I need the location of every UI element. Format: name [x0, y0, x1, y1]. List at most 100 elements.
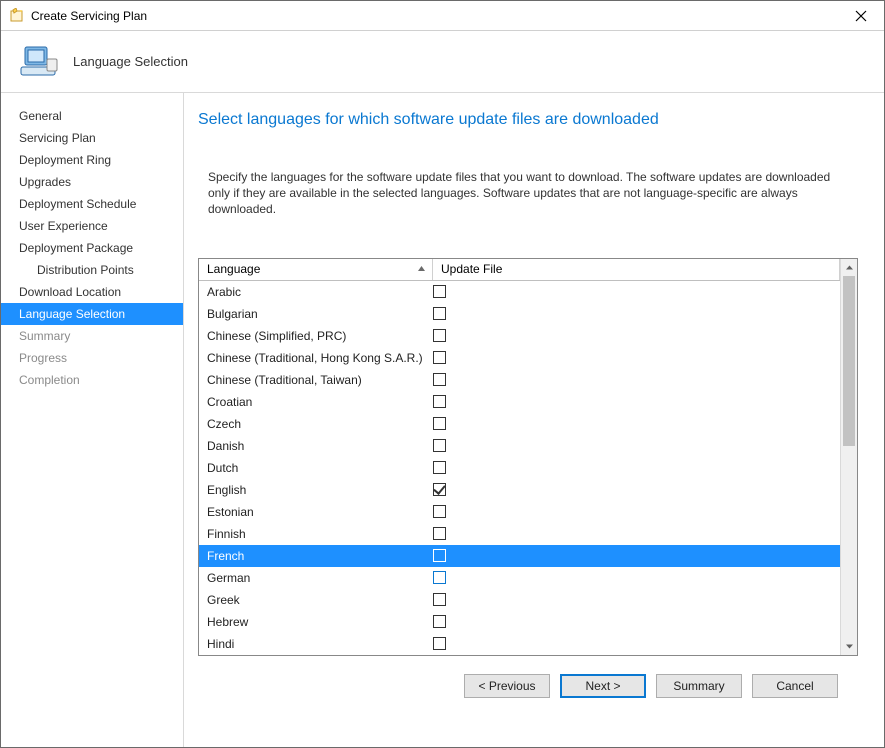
scroll-up-button[interactable]	[841, 259, 857, 276]
table-row[interactable]: Chinese (Traditional, Hong Kong S.A.R.)	[199, 347, 840, 369]
table-row[interactable]: Chinese (Traditional, Taiwan)	[199, 369, 840, 391]
close-button[interactable]	[838, 1, 884, 30]
previous-button[interactable]: < Previous	[464, 674, 550, 698]
update-file-cell	[433, 395, 840, 408]
sidebar-item[interactable]: Servicing Plan	[1, 127, 183, 149]
summary-button[interactable]: Summary	[656, 674, 742, 698]
table-row[interactable]: Bulgarian	[199, 303, 840, 325]
language-cell: Dutch	[199, 461, 433, 475]
sidebar-item[interactable]: Download Location	[1, 281, 183, 303]
update-file-checkbox[interactable]	[433, 351, 446, 364]
language-cell: Chinese (Simplified, PRC)	[199, 329, 433, 343]
sidebar-item[interactable]: Progress	[1, 347, 183, 369]
table-row[interactable]: German	[199, 567, 840, 589]
footer-buttons: < Previous Next > Summary Cancel	[198, 656, 858, 716]
sidebar-item[interactable]: General	[1, 105, 183, 127]
update-file-checkbox[interactable]	[433, 637, 446, 650]
window-title: Create Servicing Plan	[31, 9, 838, 23]
header-band: Language Selection	[1, 31, 884, 93]
sidebar-item[interactable]: Deployment Package	[1, 237, 183, 259]
column-update-file-label: Update File	[441, 262, 502, 276]
table-row[interactable]: Dutch	[199, 457, 840, 479]
scroll-down-button[interactable]	[841, 638, 857, 655]
chevron-up-icon	[845, 263, 854, 272]
table-row[interactable]: French	[199, 545, 840, 567]
sidebar-item-label: Language Selection	[19, 307, 125, 321]
update-file-cell	[433, 417, 840, 430]
sidebar-item-label: Servicing Plan	[19, 131, 96, 145]
sidebar-item-label: Summary	[19, 329, 70, 343]
vertical-scrollbar[interactable]	[840, 259, 857, 655]
sidebar-item[interactable]: Deployment Schedule	[1, 193, 183, 215]
language-table-area: Language Update File Arabic Bulgarian Chin…	[199, 259, 840, 655]
language-cell: Estonian	[199, 505, 433, 519]
update-file-checkbox[interactable]	[433, 373, 446, 386]
close-icon	[855, 10, 867, 22]
table-row[interactable]: Hebrew	[199, 611, 840, 633]
language-cell: Czech	[199, 417, 433, 431]
language-cell: Chinese (Traditional, Taiwan)	[199, 373, 433, 387]
language-cell: Arabic	[199, 285, 433, 299]
computer-icon	[19, 44, 61, 80]
table-row[interactable]: Croatian	[199, 391, 840, 413]
update-file-checkbox[interactable]	[433, 527, 446, 540]
sidebar-item[interactable]: Distribution Points	[1, 259, 183, 281]
update-file-cell	[433, 571, 840, 584]
update-file-checkbox[interactable]	[433, 549, 446, 562]
language-cell: Bulgarian	[199, 307, 433, 321]
table-row[interactable]: Chinese (Simplified, PRC)	[199, 325, 840, 347]
sidebar-item-label: Deployment Schedule	[19, 197, 136, 211]
wizard-sidebar: General Servicing Plan Deployment RingUpgr…	[1, 93, 184, 747]
sidebar-item[interactable]: Language Selection	[1, 303, 183, 325]
table-row[interactable]: Finnish	[199, 523, 840, 545]
language-cell: Danish	[199, 439, 433, 453]
update-file-cell	[433, 549, 840, 562]
update-file-cell	[433, 615, 840, 628]
update-file-checkbox[interactable]	[433, 439, 446, 452]
update-file-checkbox[interactable]	[433, 615, 446, 628]
table-row[interactable]: Estonian	[199, 501, 840, 523]
sidebar-item[interactable]: Upgrades	[1, 171, 183, 193]
update-file-checkbox[interactable]	[433, 483, 446, 496]
sidebar-item[interactable]: Completion	[1, 369, 183, 391]
table-body: Arabic Bulgarian Chinese (Simplified, PRC)…	[199, 281, 840, 655]
table-row[interactable]: Czech	[199, 413, 840, 435]
language-cell: Chinese (Traditional, Hong Kong S.A.R.)	[199, 351, 433, 365]
sidebar-item[interactable]: User Experience	[1, 215, 183, 237]
update-file-checkbox[interactable]	[433, 571, 446, 584]
update-file-cell	[433, 505, 840, 518]
dialog-body: General Servicing Plan Deployment RingUpgr…	[1, 93, 884, 747]
update-file-checkbox[interactable]	[433, 395, 446, 408]
update-file-checkbox[interactable]	[433, 593, 446, 606]
language-cell: English	[199, 483, 433, 497]
scroll-track[interactable]	[841, 276, 857, 638]
table-row[interactable]: Greek	[199, 589, 840, 611]
sort-asc-icon	[417, 262, 426, 276]
table-row[interactable]: Hindi	[199, 633, 840, 655]
scroll-thumb[interactable]	[843, 276, 855, 446]
sidebar-item[interactable]: Deployment Ring	[1, 149, 183, 171]
update-file-cell	[433, 483, 840, 496]
chevron-down-icon	[845, 642, 854, 651]
table-row[interactable]: Arabic	[199, 281, 840, 303]
table-row[interactable]: Danish	[199, 435, 840, 457]
column-update-file[interactable]: Update File	[433, 259, 840, 280]
cancel-button[interactable]: Cancel	[752, 674, 838, 698]
language-cell: Hebrew	[199, 615, 433, 629]
update-file-checkbox[interactable]	[433, 505, 446, 518]
update-file-cell	[433, 285, 840, 298]
sidebar-item[interactable]: Summary	[1, 325, 183, 347]
next-button[interactable]: Next >	[560, 674, 646, 698]
language-cell: Greek	[199, 593, 433, 607]
update-file-checkbox[interactable]	[433, 417, 446, 430]
update-file-cell	[433, 527, 840, 540]
sidebar-item-label: Progress	[19, 351, 67, 365]
content-heading: Select languages for which software upda…	[198, 111, 858, 129]
content-description: Specify the languages for the software u…	[208, 169, 854, 218]
update-file-checkbox[interactable]	[433, 461, 446, 474]
table-row[interactable]: English	[199, 479, 840, 501]
update-file-checkbox[interactable]	[433, 307, 446, 320]
update-file-checkbox[interactable]	[433, 329, 446, 342]
column-language[interactable]: Language	[199, 259, 433, 280]
update-file-checkbox[interactable]	[433, 285, 446, 298]
